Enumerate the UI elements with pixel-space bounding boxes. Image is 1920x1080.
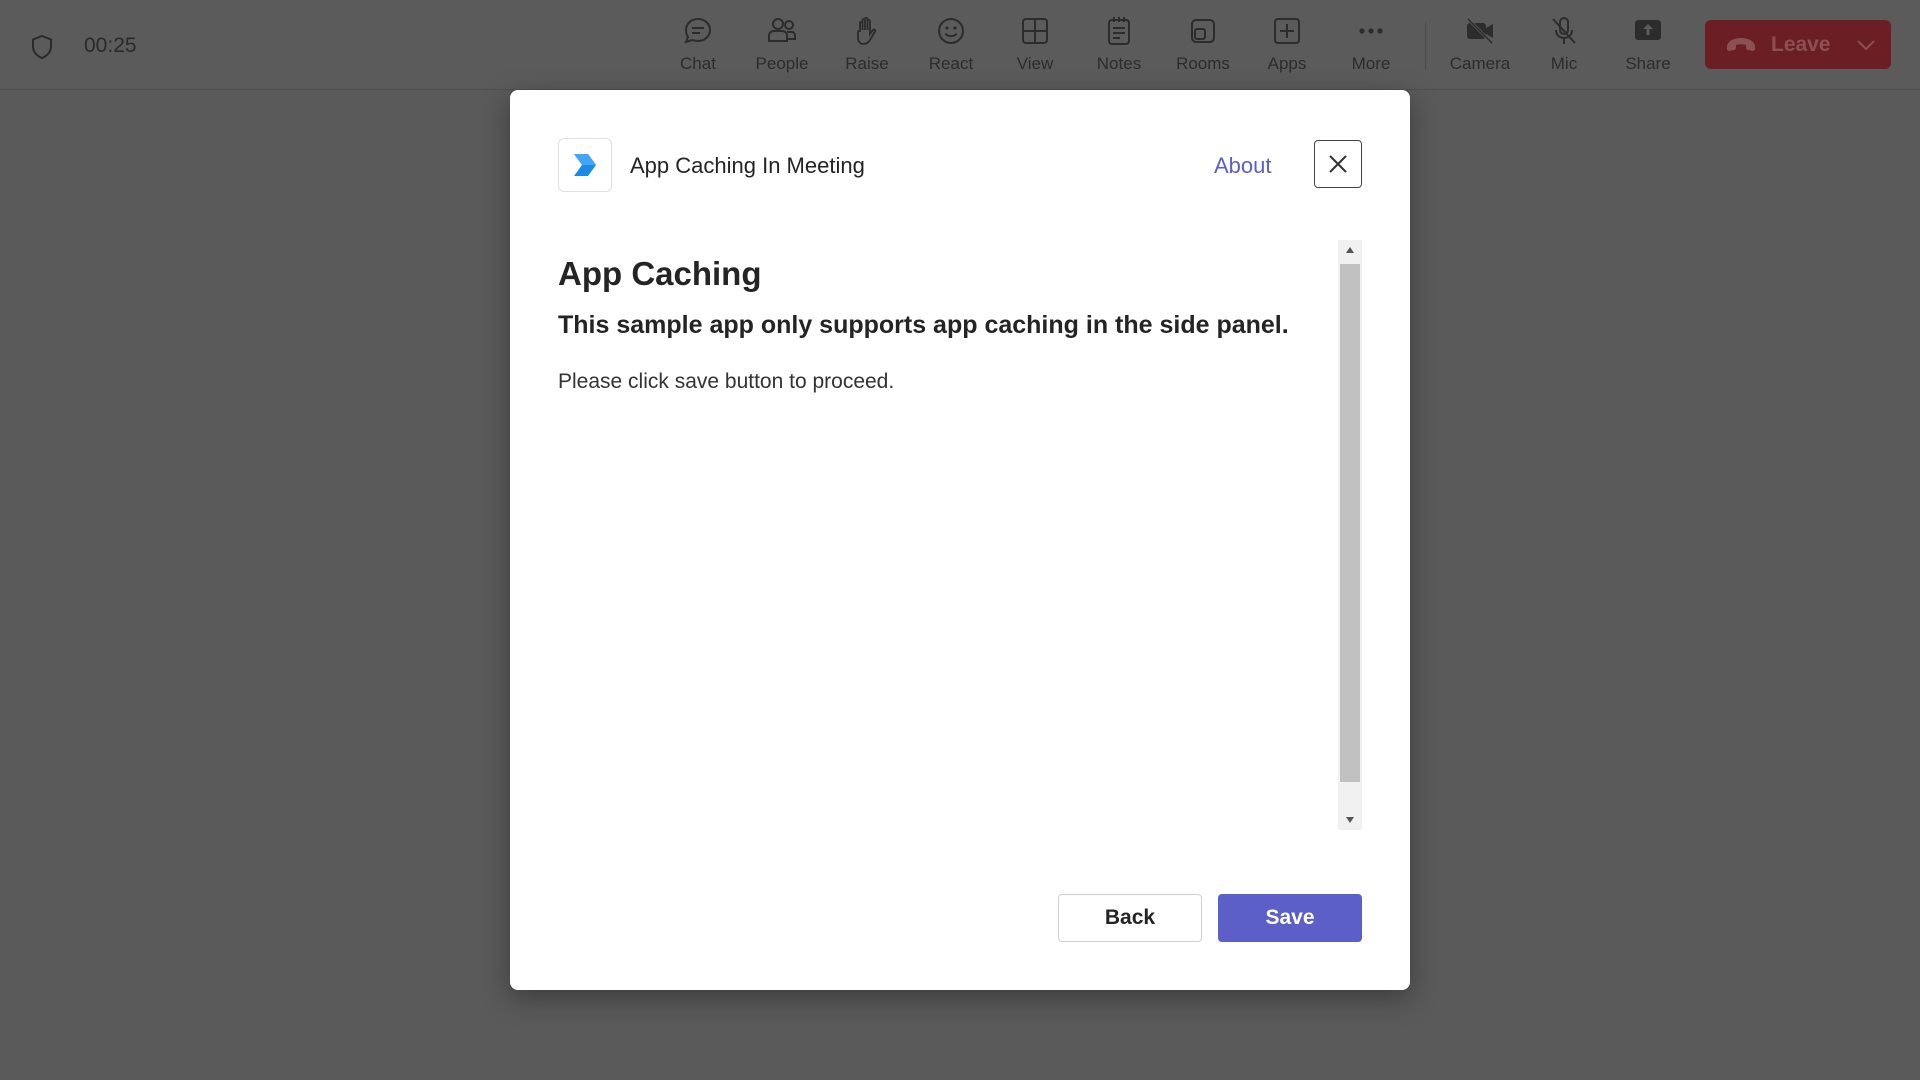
about-link[interactable]: About (1214, 153, 1272, 179)
apps-icon (1274, 18, 1300, 44)
toolbar-divider (1425, 22, 1426, 70)
rooms-icon (1191, 19, 1215, 43)
more-label: More (1351, 54, 1391, 73)
people-label: People (755, 54, 809, 73)
raise-hand-button[interactable]: Raise (827, 14, 907, 80)
meeting-timer: 00:25 (84, 34, 137, 57)
content-heading: App Caching (558, 255, 762, 292)
chat-label: Chat (680, 54, 716, 73)
notes-button[interactable]: Notes (1079, 14, 1159, 80)
content-body: Please click save button to proceed. (558, 370, 895, 393)
meeting-toolbar: 00:25 Chat People Raise React View Notes… (0, 0, 1920, 90)
mic-label: Mic (1550, 54, 1578, 73)
view-grid-icon (1022, 18, 1048, 44)
more-icon (1359, 28, 1383, 34)
app-logo (558, 138, 612, 192)
share-button[interactable]: Share (1608, 14, 1688, 80)
share-icon (1635, 20, 1661, 40)
scroll-down-arrow[interactable] (1338, 810, 1362, 830)
phone-hangup-icon (1727, 37, 1755, 51)
app-logo-icon (574, 154, 596, 176)
chevron-down-icon[interactable] (1855, 34, 1877, 56)
triangle-up-icon (1346, 247, 1354, 253)
content-subheading: This sample app only supports app cachin… (558, 311, 1289, 339)
save-button[interactable]: Save (1218, 894, 1362, 942)
apps-label: Apps (1267, 54, 1307, 73)
camera-button[interactable]: Camera (1440, 14, 1520, 80)
scroll-up-arrow[interactable] (1338, 240, 1362, 260)
app-dialog: App Caching In Meeting About App Caching… (510, 90, 1410, 990)
leave-button[interactable]: Leave (1705, 20, 1891, 69)
camera-label: Camera (1449, 54, 1511, 73)
people-button[interactable]: People (742, 14, 822, 80)
notes-label: Notes (1096, 54, 1142, 73)
content-scrollbar[interactable] (1338, 240, 1362, 830)
back-button[interactable]: Back (1058, 894, 1202, 942)
notes-icon (1108, 17, 1130, 45)
more-button[interactable]: More (1331, 14, 1411, 80)
share-label: Share (1625, 54, 1671, 73)
dialog-title: App Caching In Meeting (630, 153, 865, 178)
dialog-content: App Caching This sample app only support… (558, 240, 1328, 820)
triangle-down-icon (1346, 817, 1354, 823)
rooms-button[interactable]: Rooms (1163, 14, 1243, 80)
raise-label: Raise (845, 54, 889, 73)
react-button[interactable]: React (911, 14, 991, 80)
react-icon (938, 18, 964, 44)
mic-button[interactable]: Mic (1524, 14, 1604, 80)
chat-icon (684, 17, 712, 44)
chat-button[interactable]: Chat (658, 14, 738, 80)
shield-icon (32, 34, 52, 60)
view-button[interactable]: View (995, 14, 1075, 80)
people-icon (768, 18, 796, 42)
close-button[interactable] (1314, 140, 1362, 188)
raise-hand-icon (857, 16, 877, 45)
close-icon (1329, 155, 1347, 173)
mic-off-icon (1552, 17, 1576, 44)
leave-label: Leave (1771, 32, 1831, 56)
apps-button[interactable]: Apps (1247, 14, 1327, 80)
react-label: React (928, 54, 974, 73)
scrollbar-thumb[interactable] (1340, 264, 1360, 782)
view-label: View (1016, 54, 1054, 73)
rooms-label: Rooms (1176, 54, 1230, 73)
camera-off-icon (1466, 17, 1494, 45)
